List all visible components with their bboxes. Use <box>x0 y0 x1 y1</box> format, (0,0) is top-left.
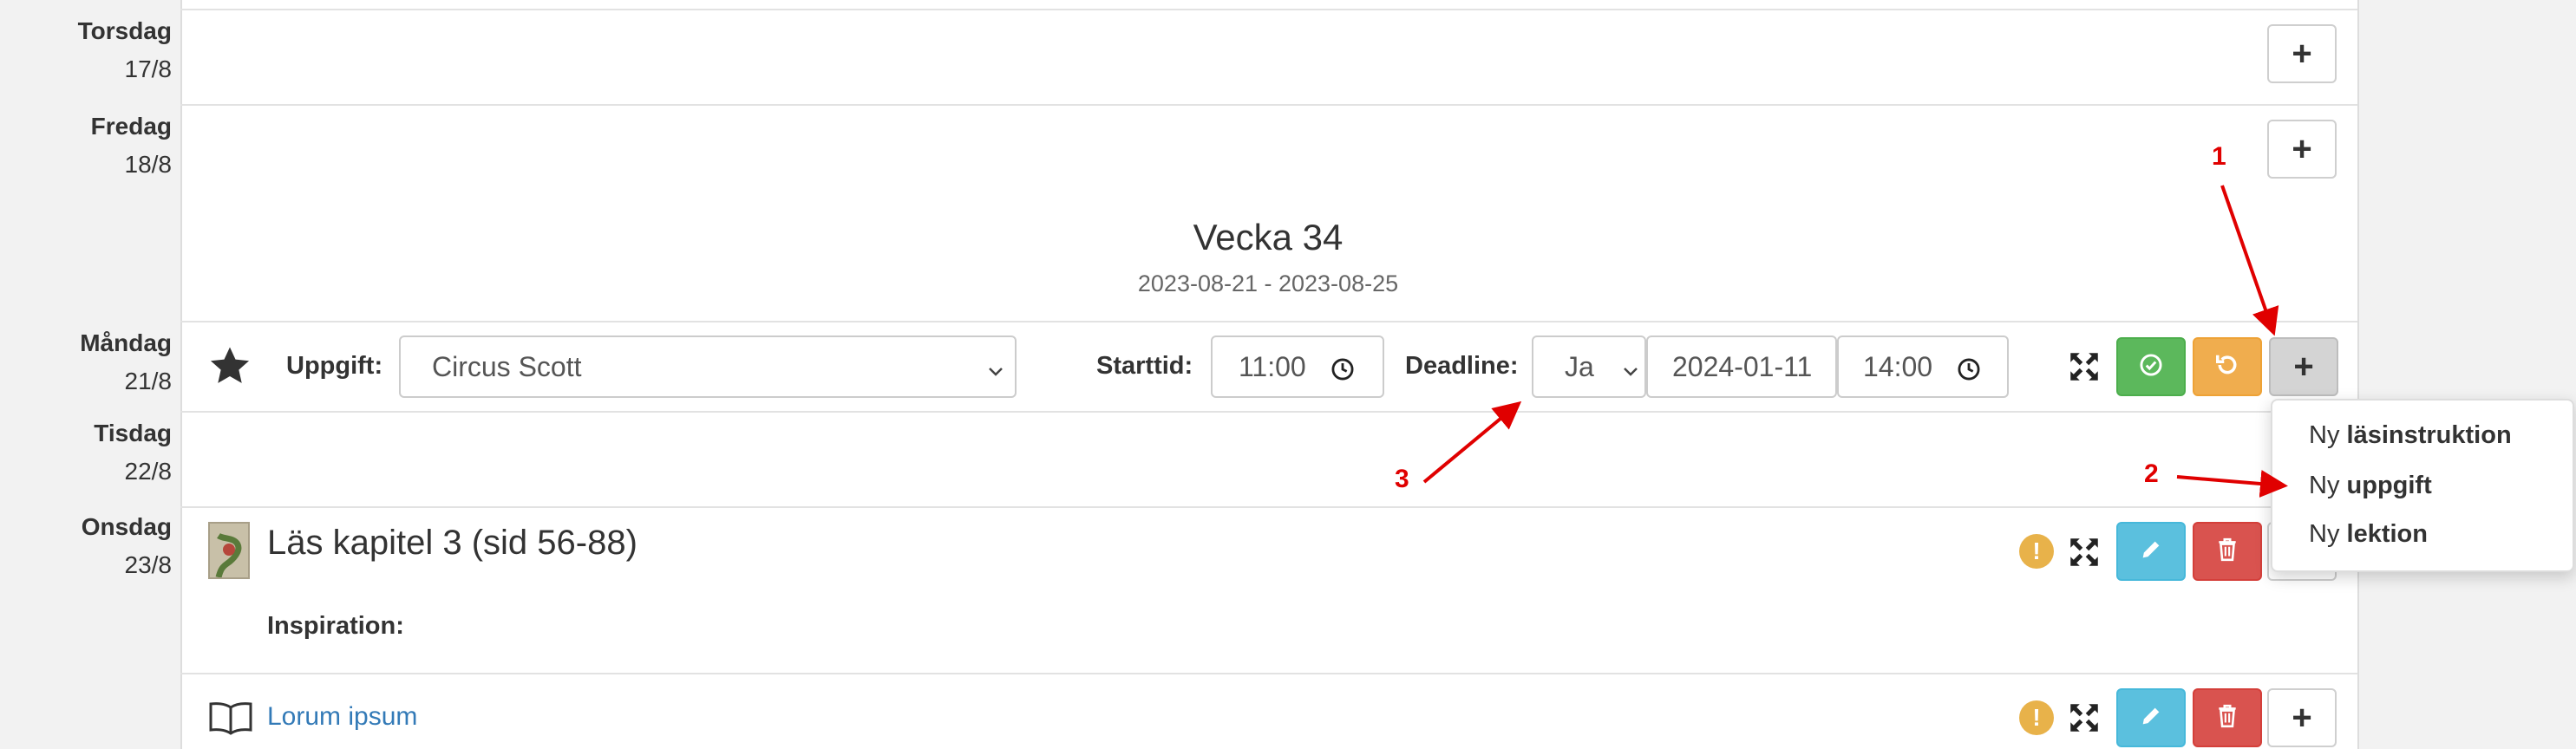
annotation-number-3: 3 <box>1395 465 1409 493</box>
annotation-number-1: 1 <box>2212 142 2226 171</box>
annotation-arrows <box>1422 185 2288 498</box>
annotation-number-2: 2 <box>2144 459 2159 488</box>
